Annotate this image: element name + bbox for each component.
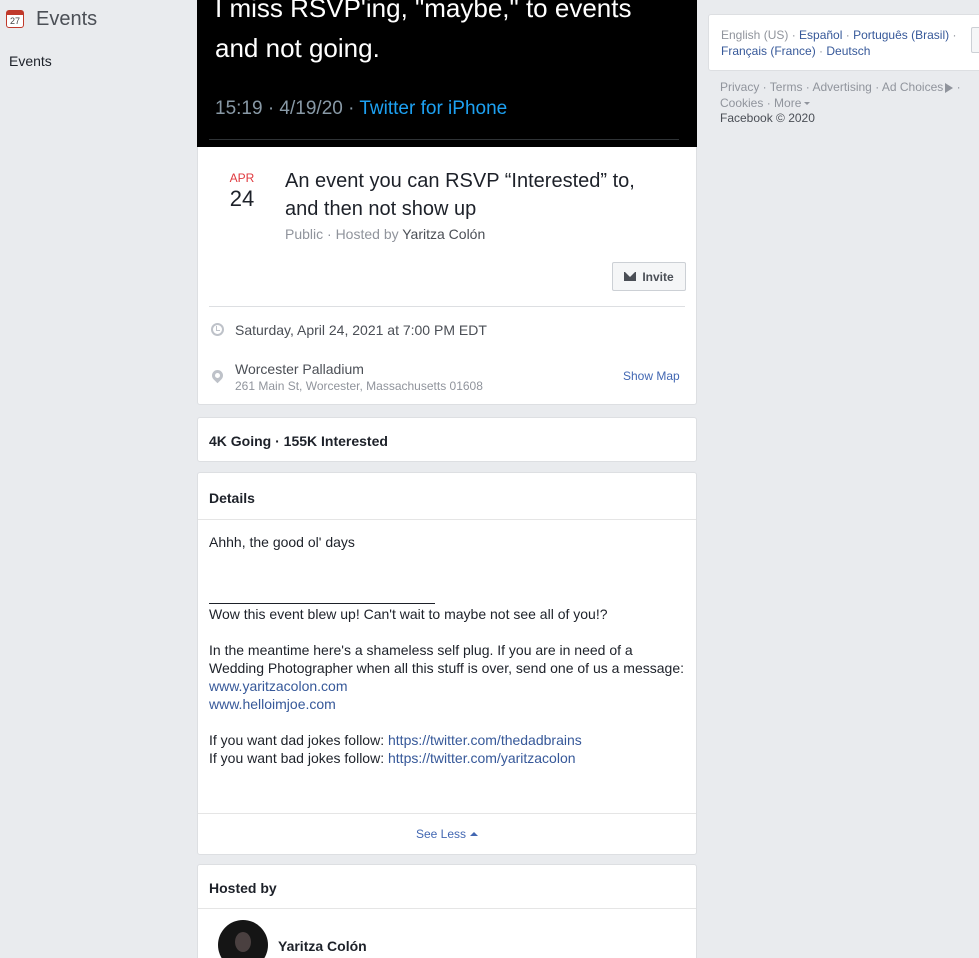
language-option[interactable]: Français (France): [721, 44, 816, 58]
see-less-label: See Less: [415, 827, 467, 841]
hosted-by-heading: Hosted by: [209, 880, 277, 896]
add-language-button[interactable]: [971, 27, 979, 53]
details-paragraph: Wedding Photographer when all this stuff…: [209, 660, 684, 676]
details-text: If you want dad jokes follow:: [209, 732, 388, 748]
tweet-text-line: and not going.: [215, 33, 380, 63]
tweet-text-line: I miss RSVP'ing, "maybe," to events: [215, 0, 632, 23]
show-map-link[interactable]: Show Map: [623, 369, 680, 383]
caret-down-icon: [804, 102, 811, 106]
details-paragraph: Wow this event blew up! Can't wait to ma…: [209, 606, 608, 622]
event-day: 24: [229, 186, 255, 211]
clock-icon: [211, 323, 224, 336]
event-title: An event you can RSVP “Interested” to, a…: [285, 170, 635, 220]
hosted-by-card: Hosted by Yaritza Colón: [197, 864, 697, 958]
attendance-card: 4K Going · 155K Interested: [197, 417, 697, 462]
footer-link-privacy[interactable]: Privacy: [720, 80, 759, 94]
sidebar-title[interactable]: Events: [36, 6, 97, 32]
details-paragraph: In the meantime here's a shameless self …: [209, 642, 633, 658]
tweet-divider: [209, 139, 679, 140]
footer-link-more[interactable]: More: [774, 96, 801, 110]
website-link-helloimjoe[interactable]: www.helloimjoe.com: [209, 696, 336, 712]
sidebar-header[interactable]: 27 Events: [6, 6, 97, 32]
divider: [198, 813, 696, 814]
event-info-card: APR 24 An event you can RSVP “Interested…: [197, 147, 697, 405]
footer-link-terms[interactable]: Terms: [770, 80, 803, 94]
website-link-yaritzacolon[interactable]: www.yaritzacolon.com: [209, 678, 348, 694]
caret-up-icon: [470, 831, 479, 836]
see-less-button[interactable]: See Less: [198, 827, 696, 841]
invite-button[interactable]: Invite: [612, 262, 686, 291]
event-privacy-host: Public · Hosted by Yaritza Colón: [285, 226, 485, 242]
tweet-timestamp: 15:19 · 4/19/20 ·: [215, 98, 360, 119]
language-option[interactable]: Deutsch: [826, 44, 870, 58]
details-card: Details Ahhh, the good ol' days Wow this…: [197, 472, 697, 855]
details-intro: Ahhh, the good ol' days: [209, 534, 355, 550]
ad-choices-icon: [945, 82, 954, 93]
host-avatar[interactable]: [218, 920, 268, 958]
language-option[interactable]: Português (Brasil): [853, 28, 949, 42]
language-option[interactable]: Español: [799, 28, 842, 42]
event-address: 261 Main St, Worcester, Massachusetts 01…: [235, 379, 483, 393]
twitter-link-yaritzacolon[interactable]: https://twitter.com/yaritzacolon: [388, 750, 576, 766]
sidebar-item-events[interactable]: Events: [9, 53, 52, 69]
details-heading: Details: [209, 490, 255, 506]
host-name-link[interactable]: Yaritza Colón: [278, 938, 367, 954]
event-month: APR: [229, 171, 255, 185]
attendance-summary[interactable]: 4K Going · 155K Interested: [209, 433, 388, 449]
language-list: English (US) · Español · Português (Bras…: [721, 28, 957, 58]
event-date-badge: APR 24: [229, 171, 255, 213]
details-text: If you want bad jokes follow:: [209, 750, 388, 766]
details-body: Ahhh, the good ol' days Wow this event b…: [209, 533, 689, 767]
event-datetime[interactable]: Saturday, April 24, 2021 at 7:00 PM EDT: [235, 322, 487, 338]
text-separator-line: [209, 603, 435, 604]
language-selector-card: English (US) · Español · Português (Bras…: [708, 14, 979, 71]
footer-link-cookies[interactable]: Cookies: [720, 96, 763, 110]
envelope-icon: [624, 272, 637, 281]
tweet-text: I miss RSVP'ing, "maybe," to events and …: [215, 0, 695, 68]
divider: [198, 908, 696, 909]
footer-link-advertising[interactable]: Advertising: [812, 80, 871, 94]
event-cover-image[interactable]: I miss RSVP'ing, "maybe," to events and …: [197, 0, 697, 147]
footer-links: Privacy · Terms · Advertising · Ad Choic…: [720, 80, 961, 110]
event-host-link[interactable]: Yaritza Colón: [402, 226, 485, 242]
tweet-source: Twitter for iPhone: [359, 98, 508, 119]
language-current: English (US): [721, 28, 789, 42]
divider: [198, 519, 696, 520]
event-privacy: Public · Hosted by: [285, 226, 403, 242]
footer-link-ad-choices[interactable]: Ad Choices: [882, 80, 943, 94]
event-venue[interactable]: Worcester Palladium: [235, 361, 364, 377]
calendar-icon: 27: [6, 10, 24, 28]
tweet-meta: 15:19 · 4/19/20 · Twitter for iPhone: [215, 98, 507, 120]
copyright: Facebook © 2020: [720, 111, 815, 125]
invite-label: Invite: [642, 269, 674, 284]
calendar-day: 27: [9, 16, 20, 26]
divider: [209, 306, 685, 307]
location-pin-icon: [209, 367, 226, 384]
twitter-link-thedadbrains[interactable]: https://twitter.com/thedadbrains: [388, 732, 582, 748]
